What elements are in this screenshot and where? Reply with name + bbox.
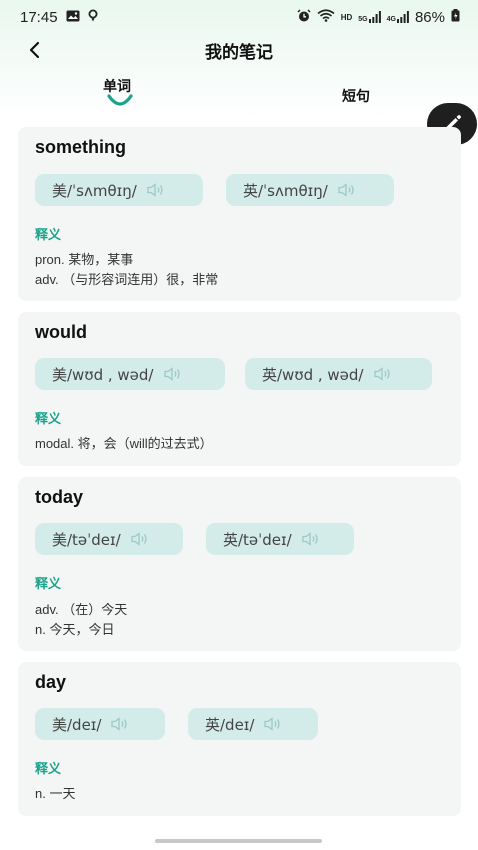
speaker-icon: [302, 532, 320, 546]
speaker-icon: [131, 532, 149, 546]
definition-label: 释义: [35, 411, 62, 426]
definition-line: adv. （在）今天: [35, 602, 128, 617]
gallery-icon: [66, 9, 80, 26]
speaker-icon: [264, 717, 282, 731]
tab-phrases[interactable]: 短句: [342, 86, 370, 106]
uk-pronunciation-button[interactable]: 英/wʊd , wəd/: [245, 358, 432, 390]
speaker-icon: [111, 717, 129, 731]
word-card-day[interactable]: day 美/deɪ/ 英/deɪ/ 释义 n. 一天: [18, 662, 461, 816]
us-pronunciation-button[interactable]: 美/wʊd , wəd/: [35, 358, 225, 390]
word-title: something: [35, 137, 127, 157]
uk-pronunciation-button[interactable]: 英/deɪ/: [188, 708, 318, 740]
status-time: 17:45: [20, 8, 58, 26]
word-title: would: [35, 322, 87, 342]
header: 我的笔记: [0, 34, 478, 66]
status-right: HD 5G 4G 86%: [297, 9, 460, 26]
us-pronunciation-button[interactable]: 美/ˈsʌmθɪŋ/: [35, 174, 203, 206]
word-card-something[interactable]: something 美/ˈsʌmθɪŋ/ 英/ˈsʌmθɪŋ/ 释义 pron.…: [18, 127, 461, 301]
battery-icon: [451, 9, 460, 25]
battery-percent: 86%: [414, 8, 445, 26]
definition-line: pron. 某物，某事: [35, 252, 134, 267]
signal-5g-label: 5G: [358, 16, 368, 23]
speaker-icon: [373, 367, 392, 381]
hd-label: HD: [340, 12, 353, 22]
uk-pronunciation: 英/ˈsʌmθɪŋ/: [243, 181, 328, 200]
status-left: 17:45: [20, 9, 98, 26]
definition-label: 释义: [35, 227, 62, 242]
definition-line: n. 今天，今日: [35, 622, 115, 637]
home-indicator[interactable]: [155, 839, 322, 843]
status-bar: 17:45 HD 5G 4G 86%: [0, 0, 478, 34]
uk-pronunciation: 英/təˈdeɪ/: [223, 530, 292, 549]
uk-pronunciation: 英/wʊd , wəd/: [262, 365, 364, 384]
us-pronunciation: 美/wʊd , wəd/: [52, 365, 154, 384]
speaker-icon: [338, 183, 356, 197]
signal-5g-icon: 5G: [358, 11, 381, 23]
signal-4g-icon: 4G: [387, 11, 409, 23]
word-card-today[interactable]: today 美/təˈdeɪ/ 英/təˈdeɪ/ 释义 adv. （在）今天 …: [18, 477, 461, 651]
signal-4g-label: 4G: [386, 16, 396, 23]
us-pronunciation-button[interactable]: 美/deɪ/: [35, 708, 165, 740]
chevron-left-icon: [29, 41, 40, 59]
tab-selected-indicator: [107, 94, 133, 106]
us-pronunciation-button[interactable]: 美/təˈdeɪ/: [35, 523, 183, 555]
us-pronunciation: 美/təˈdeɪ/: [52, 530, 121, 549]
location-icon: [88, 9, 98, 26]
tab-bar: 单词 短句: [0, 70, 478, 116]
speaker-icon: [147, 183, 165, 197]
definition-label: 释义: [35, 576, 62, 591]
wifi-icon: [317, 9, 335, 25]
definition-line: n. 一天: [35, 786, 76, 801]
uk-pronunciation-button[interactable]: 英/təˈdeɪ/: [206, 523, 354, 555]
back-button[interactable]: [20, 36, 48, 64]
definition-label: 释义: [35, 761, 62, 776]
us-pronunciation: 美/deɪ/: [52, 715, 102, 734]
speaker-icon: [163, 367, 182, 381]
definition-line: modal. 将，会（will的过去式）: [35, 436, 213, 451]
tab-words[interactable]: 单词: [103, 76, 131, 96]
definition-line: adv. （与形容词连用）很，非常: [35, 272, 219, 287]
uk-pronunciation-button[interactable]: 英/ˈsʌmθɪŋ/: [226, 174, 394, 206]
us-pronunciation: 美/ˈsʌmθɪŋ/: [52, 181, 137, 200]
word-title: today: [35, 487, 84, 507]
word-title: day: [35, 672, 67, 692]
page-title: 我的笔记: [205, 42, 273, 62]
uk-pronunciation: 英/deɪ/: [205, 715, 255, 734]
word-card-would[interactable]: would 美/wʊd , wəd/ 英/wʊd , wəd/ 释义 modal…: [18, 312, 461, 466]
alarm-icon: [297, 8, 311, 26]
